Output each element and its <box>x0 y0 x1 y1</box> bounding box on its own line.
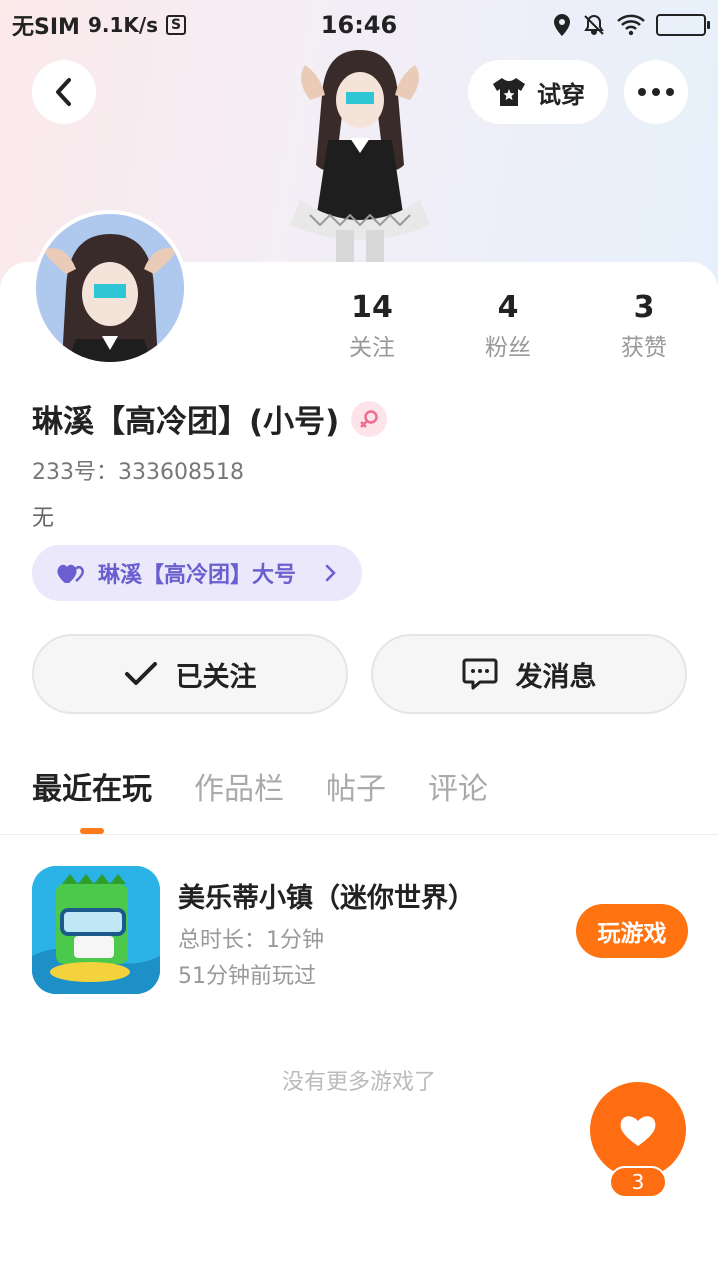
chevron-left-icon <box>56 78 71 106</box>
username-row: 琳溪【高冷团】(小号) <box>32 396 388 441</box>
tab-recently-played[interactable]: 最近在玩 <box>32 760 152 820</box>
like-count-badge: 3 <box>609 1166 667 1198</box>
game-last-played: 51分钟前玩过 <box>178 964 316 989</box>
stat-following-count: 14 <box>351 290 393 325</box>
stat-likes[interactable]: 3 获赞 <box>576 288 712 362</box>
followed-label: 已关注 <box>175 661 257 693</box>
tab-comments[interactable]: 评论 <box>428 760 488 820</box>
stat-followers[interactable]: 4 粉丝 <box>440 288 576 362</box>
linked-hearts-icon <box>57 564 84 583</box>
stat-likes-label: 获赞 <box>621 335 667 361</box>
more-dots-icon <box>638 88 674 96</box>
try-on-button[interactable]: 试穿 <box>468 60 608 124</box>
profile-stats: 14 关注 4 粉丝 3 获赞 <box>304 288 714 362</box>
carrier-text: 无SIM <box>12 15 80 40</box>
game-list-item[interactable]: 美乐蒂小镇（迷你世界） 总时长：1分钟 51分钟前玩过 玩游戏 <box>32 866 688 996</box>
profile-tabs: 最近在玩 作品栏 帖子 评论 <box>32 760 488 820</box>
checkmark-icon <box>124 662 157 685</box>
network-speed: 9.1K/s <box>87 13 159 37</box>
chevron-right-icon <box>325 564 336 582</box>
more-options-button[interactable] <box>624 60 688 124</box>
game-total-time: 总时长：1分钟 <box>178 928 324 953</box>
battery-icon <box>656 14 710 36</box>
stat-following-label: 关注 <box>349 335 395 361</box>
tab-works[interactable]: 作品栏 <box>194 760 284 820</box>
stat-followers-count: 4 <box>497 290 519 325</box>
avatar-image <box>36 214 184 362</box>
avatar-3d-figure <box>290 50 430 265</box>
play-game-button[interactable]: 玩游戏 <box>576 904 688 958</box>
game-title: 美乐蒂小镇（迷你世界） <box>178 883 475 914</box>
tshirt-icon <box>493 78 525 106</box>
female-gender-icon <box>351 400 388 437</box>
mute-bell-icon <box>584 14 604 35</box>
user-id: 233号：333608518 <box>32 460 244 485</box>
chat-bubble-icon <box>462 658 497 690</box>
followed-button[interactable]: 已关注 <box>32 634 348 714</box>
tabs-divider <box>0 834 718 835</box>
wifi-icon <box>617 14 645 36</box>
try-on-label: 试穿 <box>537 80 585 109</box>
tab-posts[interactable]: 帖子 <box>326 760 386 820</box>
stat-likes-count: 3 <box>633 290 655 325</box>
user-bio: 无 <box>32 506 55 531</box>
stat-followers-label: 粉丝 <box>485 335 531 361</box>
stat-following[interactable]: 14 关注 <box>304 288 440 362</box>
like-fab-button[interactable] <box>590 1082 686 1178</box>
username: 琳溪【高冷团】(小号) <box>32 404 340 440</box>
send-message-button[interactable]: 发消息 <box>371 634 687 714</box>
linked-account-label: 琳溪【高冷团】大号 <box>98 563 297 588</box>
avatar[interactable] <box>32 210 188 366</box>
heart-icon <box>620 1116 656 1146</box>
send-message-label: 发消息 <box>515 661 597 693</box>
game-icon <box>32 866 160 994</box>
location-icon <box>554 14 570 36</box>
back-button[interactable] <box>32 60 96 124</box>
s-icon: S <box>166 15 187 35</box>
linked-account-pill[interactable]: 琳溪【高冷团】大号 <box>32 545 362 601</box>
